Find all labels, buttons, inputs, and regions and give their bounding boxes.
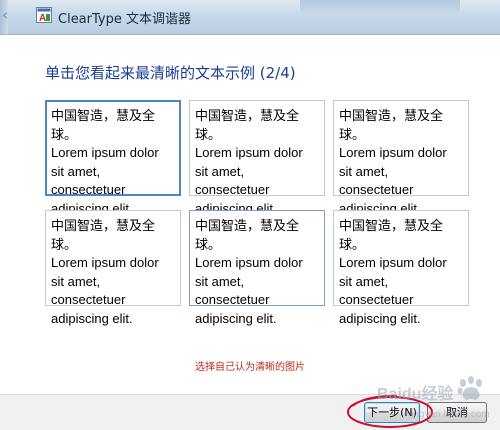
sample-text: 中国智造，慧及全球。 Lorem ipsum dolor sit amet, c… [339, 108, 447, 216]
cancel-button[interactable]: 取消 [427, 402, 487, 423]
sample-text: 中国智造，慧及全球。 Lorem ipsum dolor sit amet, c… [51, 108, 159, 216]
sample-text: 中国智造，慧及全球。 Lorem ipsum dolor sit amet, c… [51, 218, 159, 326]
cleartype-tuner-window: ‹ A ClearType 文本调谐器 单击您看起来最清晰的文本示例 (2/4)… [0, 0, 500, 430]
button-bar [0, 394, 500, 430]
text-sample-6[interactable]: 中国智造，慧及全球。 Lorem ipsum dolor sit amet, c… [333, 210, 469, 326]
title-bar: ‹ A ClearType 文本调谐器 [0, 0, 500, 35]
back-arrow-icon[interactable]: ‹ [2, 5, 12, 25]
sample-text: 中国智造，慧及全球。 Lorem ipsum dolor sit amet, c… [195, 108, 303, 216]
cleartype-app-icon: A [36, 7, 52, 23]
next-button[interactable]: 下一步(N) [364, 402, 420, 423]
text-sample-2[interactable]: 中国智造，慧及全球。 Lorem ipsum dolor sit amet, c… [189, 100, 325, 216]
text-sample-5[interactable]: 中国智造，慧及全球。 Lorem ipsum dolor sit amet, c… [189, 210, 325, 326]
sample-text: 中国智造，慧及全球。 Lorem ipsum dolor sit amet, c… [339, 218, 447, 326]
text-sample-4[interactable]: 中国智造，慧及全球。 Lorem ipsum dolor sit amet, c… [45, 210, 181, 326]
sample-text: 中国智造，慧及全球。 Lorem ipsum dolor sit amet, c… [195, 218, 303, 326]
text-sample-1[interactable]: 中国智造，慧及全球。 Lorem ipsum dolor sit amet, c… [45, 100, 181, 216]
hint-annotation-text: 选择自己认为清晰的图片 [195, 362, 305, 373]
page-title: 单击您看起来最清晰的文本示例 (2/4) [45, 64, 296, 82]
text-sample-3[interactable]: 中国智造，慧及全球。 Lorem ipsum dolor sit amet, c… [333, 100, 469, 216]
svg-text:A: A [39, 13, 46, 23]
window-title: ClearType 文本调谐器 [58, 12, 191, 27]
title-bar-glass-highlight [300, 0, 460, 14]
